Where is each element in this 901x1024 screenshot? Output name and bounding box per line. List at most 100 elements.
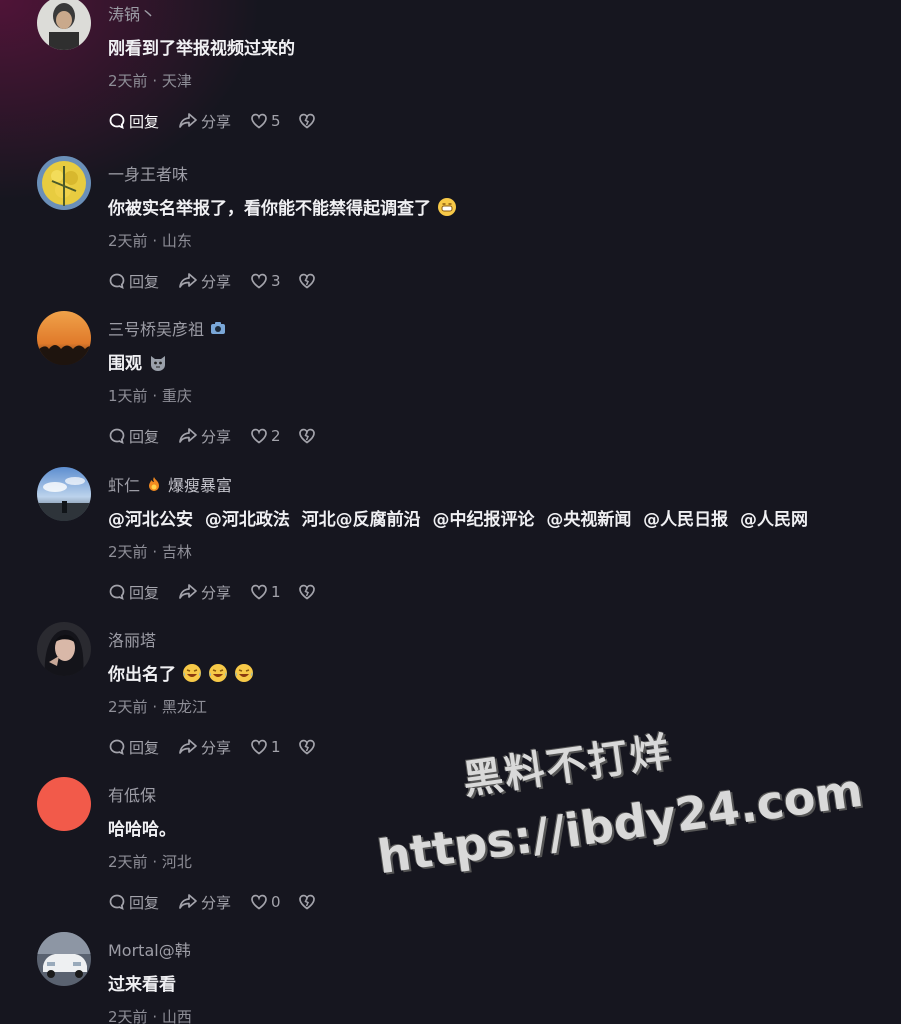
comment-text: 围观 (108, 349, 168, 374)
share-icon (179, 894, 197, 909)
username[interactable]: 有低保 (108, 782, 156, 806)
reply-label: 回复 (129, 272, 160, 291)
dislike-button[interactable] (298, 583, 328, 601)
share-button[interactable]: 分享 (178, 737, 250, 758)
broken-heart-icon (299, 273, 315, 289)
meta-separator: · (152, 853, 158, 871)
reply-icon (109, 113, 125, 130)
grin-emoji-icon (438, 197, 456, 216)
share-icon (179, 584, 197, 599)
user-row: 虾仁 爆瘦暴富 (108, 473, 232, 495)
share-icon (179, 113, 197, 128)
username[interactable]: Mortal@韩 (108, 937, 191, 961)
comment-item: 涛锅丶 刚看到了举报视频过来的 2天前 · 天津 回复 分享 5 (0, 0, 901, 151)
meta-separator: · (152, 543, 158, 561)
share-icon (179, 428, 197, 443)
reply-icon (109, 739, 125, 755)
username[interactable]: 洛丽塔 (108, 627, 156, 651)
comment-time: 2天前 (108, 698, 148, 716)
dislike-button[interactable] (298, 893, 328, 911)
comment-text-body: 哈哈哈。 (108, 820, 176, 840)
avatar[interactable] (37, 932, 91, 986)
laugh-cry-emoji-icon (235, 663, 253, 682)
reply-label: 回复 (129, 427, 160, 446)
share-button[interactable]: 分享 (178, 271, 250, 292)
heart-icon (251, 113, 267, 129)
reply-icon (109, 428, 125, 444)
broken-heart-icon (299, 428, 315, 444)
comment-text-body: 你被实名举报了，看你能不能禁得起调查了 (108, 199, 431, 219)
broken-heart-icon (299, 894, 315, 910)
share-button[interactable]: 分享 (178, 892, 250, 913)
avatar[interactable] (37, 156, 91, 210)
like-button[interactable]: 1 (250, 738, 298, 756)
heart-icon (251, 273, 267, 289)
avatar[interactable] (37, 622, 91, 676)
dislike-button[interactable] (298, 272, 328, 290)
username[interactable]: 涛锅丶 (108, 1, 156, 25)
share-label: 分享 (201, 738, 232, 757)
comment-actions: 回复 分享 2 (108, 424, 328, 448)
dislike-button[interactable] (298, 738, 328, 756)
username[interactable]: 虾仁 (108, 472, 140, 496)
reply-icon (109, 894, 125, 910)
share-button[interactable]: 分享 (178, 582, 250, 603)
user-tag: 爆瘦暴富 (168, 476, 233, 495)
comment-actions: 回复 分享 1 (108, 580, 328, 604)
broken-heart-icon (299, 584, 315, 600)
reply-label: 回复 (129, 893, 160, 912)
meta-separator: · (152, 232, 158, 250)
like-button[interactable]: 3 (250, 272, 298, 290)
dislike-button[interactable] (298, 427, 328, 445)
comment-time: 1天前 (108, 387, 148, 405)
share-label: 分享 (201, 893, 232, 912)
comment-time: 2天前 (108, 72, 148, 90)
comment-item: Mortal@韩 过来看看 2天前 · 山西 (0, 932, 901, 1024)
avatar[interactable] (37, 0, 91, 50)
comment-actions: 回复 分享 0 (108, 890, 328, 914)
avatar[interactable] (37, 777, 91, 831)
comment-text-body: 围观 (108, 354, 142, 374)
comment-meta: 1天前 · 重庆 (108, 385, 192, 406)
dislike-button[interactable] (298, 112, 328, 130)
camera-badge-icon (211, 322, 226, 334)
like-button[interactable]: 2 (250, 427, 298, 445)
like-button[interactable]: 0 (250, 893, 298, 911)
reply-button[interactable]: 回复 (108, 271, 178, 292)
comment-location: 重庆 (161, 387, 192, 405)
comment-item: 一身王者味 你被实名举报了，看你能不能禁得起调查了 2天前 · 山东 回复 分享… (0, 156, 901, 311)
comment-location: 山西 (161, 1008, 192, 1024)
reply-icon (109, 273, 125, 289)
reply-button[interactable]: 回复 (108, 582, 178, 603)
like-count: 0 (271, 893, 281, 911)
user-row: 涛锅丶 (108, 2, 156, 24)
comment-actions: 回复 分享 1 (108, 735, 328, 759)
share-button[interactable]: 分享 (178, 111, 250, 132)
avatar[interactable] (37, 467, 91, 521)
username[interactable]: 三号桥吴彦祖 (108, 316, 204, 340)
comment-location: 吉林 (161, 543, 192, 561)
cat-emoji-icon (151, 355, 165, 371)
comment-time: 2天前 (108, 232, 148, 250)
like-button[interactable]: 5 (250, 112, 298, 130)
reply-button[interactable]: 回复 (108, 426, 178, 447)
user-row: 一身王者味 (108, 162, 188, 184)
user-row: 三号桥吴彦祖 (108, 317, 226, 339)
avatar[interactable] (37, 311, 91, 365)
username[interactable]: 一身王者味 (108, 161, 188, 185)
broken-heart-icon (299, 113, 315, 129)
reply-button[interactable]: 回复 (108, 111, 178, 132)
comment-text: 哈哈哈。 (108, 815, 176, 840)
user-row: Mortal@韩 (108, 938, 191, 960)
comment-time: 2天前 (108, 1008, 148, 1024)
share-icon (179, 739, 197, 754)
like-button[interactable]: 1 (250, 583, 298, 601)
share-button[interactable]: 分享 (178, 426, 250, 447)
comment-actions: 回复 分享 3 (108, 269, 328, 293)
comment-text-body: @河北公安 @河北政法 河北@反腐前沿 @中纪报评论 @央视新闻 @人民日报 @… (108, 510, 809, 530)
reply-button[interactable]: 回复 (108, 737, 178, 758)
reply-button[interactable]: 回复 (108, 892, 178, 913)
comment-location: 天津 (161, 72, 192, 90)
comment-item: 有低保 哈哈哈。 2天前 · 河北 回复 分享 0 (0, 777, 901, 932)
reply-icon (109, 584, 125, 600)
